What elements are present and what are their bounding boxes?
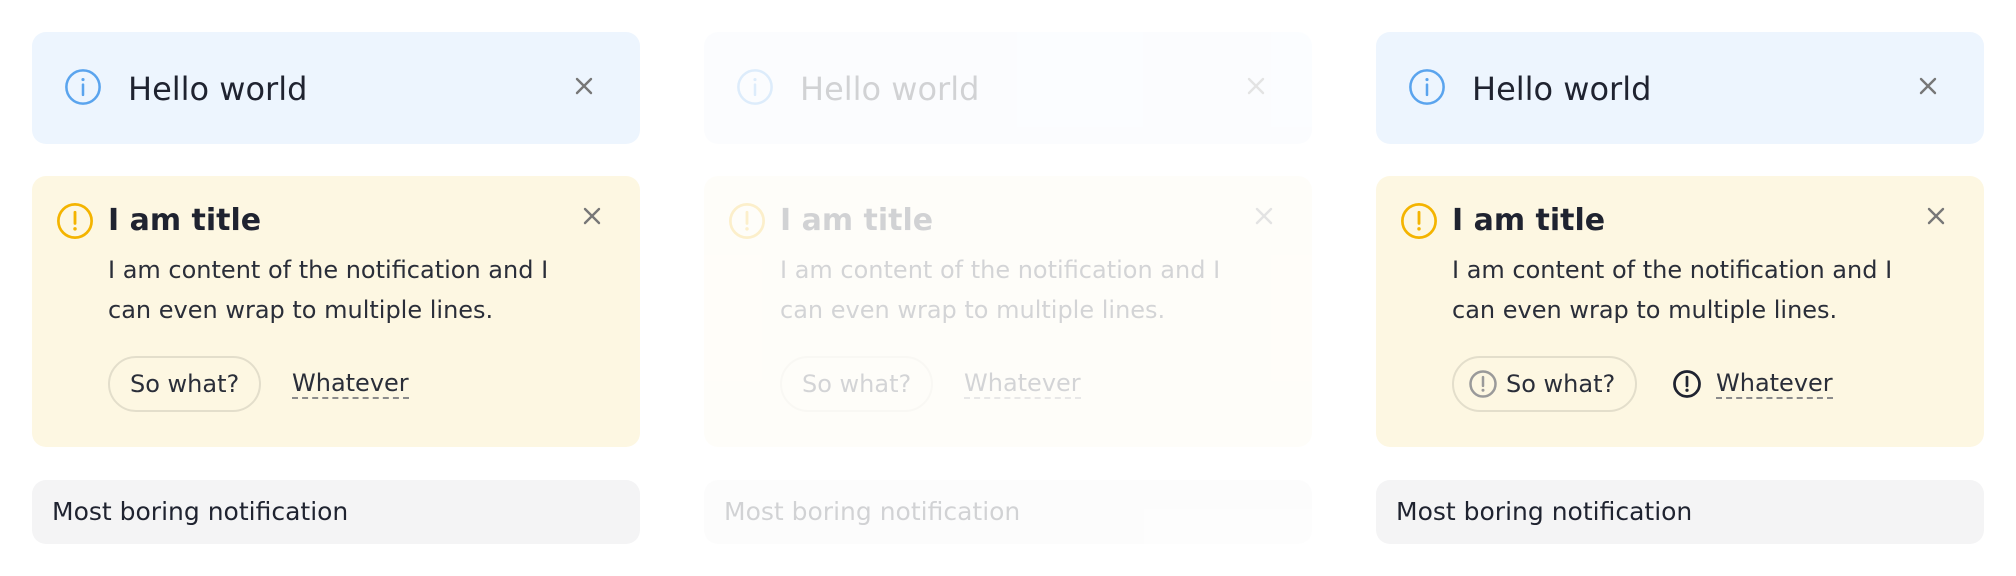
warning-title: I am title (1452, 203, 1606, 238)
close-icon[interactable] (572, 74, 596, 98)
plain-notification: Most boring notification (32, 480, 640, 544)
whatever-link[interactable]: Whatever (1672, 356, 1833, 412)
close-icon[interactable] (580, 204, 604, 228)
warning-content: I am content of the notification and I c… (108, 256, 549, 324)
whatever-link[interactable]: Whatever (964, 356, 1081, 412)
info-circle-icon (1409, 69, 1445, 105)
notifications-column-with-icons: Hello world I am title I am content of t… (1344, 0, 2016, 576)
exclamation-circle-icon (729, 203, 765, 239)
warning-content: I am content of the notification and I c… (780, 256, 1221, 324)
info-notification: Hello world (32, 32, 640, 144)
info-circle-icon (65, 69, 101, 105)
warning-content: I am content of the notification and I c… (1452, 256, 1893, 324)
exclamation-circle-icon (1401, 203, 1437, 239)
info-title: Hello world (128, 70, 308, 108)
whatever-label: Whatever (1716, 369, 1833, 399)
plain-notification: Most boring notification (704, 480, 1312, 544)
info-notification: Hello world (1376, 32, 1984, 144)
close-icon[interactable] (1924, 204, 1948, 228)
so-what-button[interactable]: So what? (108, 356, 262, 412)
so-what-label: So what? (1506, 370, 1616, 398)
close-icon[interactable] (1244, 74, 1268, 98)
plain-notification: Most boring notification (1376, 480, 1984, 544)
info-circle-icon (737, 69, 773, 105)
info-title: Hello world (1472, 70, 1652, 108)
whatever-label: Whatever (964, 369, 1081, 399)
warning-title: I am title (108, 203, 262, 238)
exclamation-circle-icon (57, 203, 93, 239)
so-what-button[interactable]: So what? (780, 356, 934, 412)
exclamation-circle-icon (1673, 370, 1701, 398)
whatever-label: Whatever (292, 369, 409, 399)
close-icon[interactable] (1916, 74, 1940, 98)
so-what-button[interactable]: So what? (1452, 356, 1638, 412)
info-notification: Hello world (704, 32, 1312, 144)
warning-notification: I am title I am content of the notificat… (32, 176, 640, 447)
plain-title: Most boring notification (52, 497, 349, 526)
whatever-link[interactable]: Whatever (292, 356, 409, 412)
warning-title: I am title (780, 203, 934, 238)
plain-title: Most boring notification (724, 497, 1021, 526)
exclamation-circle-icon (1469, 370, 1497, 398)
so-what-label: So what? (802, 370, 912, 398)
notifications-column-default: Hello world I am title I am content of t… (0, 0, 672, 576)
warning-notification: I am title I am content of the notificat… (1376, 176, 1984, 447)
info-title: Hello world (800, 70, 980, 108)
close-icon[interactable] (1252, 204, 1276, 228)
warning-notification: I am title I am content of the notificat… (704, 176, 1312, 447)
notifications-column-faded: Hello world I am title I am content of t… (672, 0, 1344, 576)
so-what-label: So what? (130, 370, 240, 398)
plain-title: Most boring notification (1396, 497, 1693, 526)
